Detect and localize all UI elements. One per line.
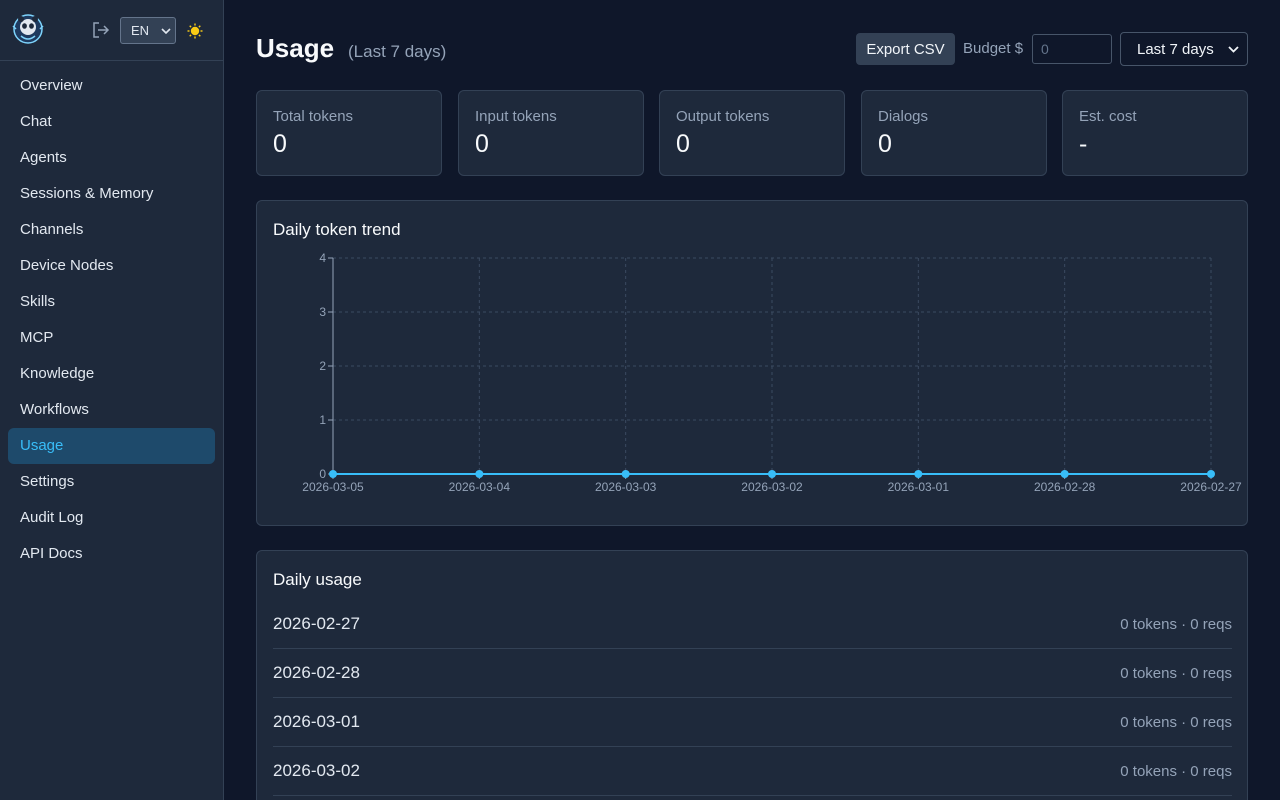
x-tick-label: 2026-02-28 (1034, 480, 1096, 494)
usage-meta: 0 tokens · 0 reqs (1120, 664, 1232, 682)
stat-card-value: - (1079, 130, 1088, 158)
stat-card-output-tokens: Output tokens 0 (659, 90, 845, 176)
y-tick-label: 1 (319, 413, 326, 427)
stat-card-input-tokens: Input tokens 0 (458, 90, 644, 176)
usage-meta: 0 tokens · 0 reqs (1120, 762, 1232, 780)
page-title: Usage (256, 33, 335, 63)
usage-date: 2026-03-01 (273, 712, 360, 731)
budget-input[interactable]: 0 (1032, 34, 1112, 64)
sidebar-item-device-nodes[interactable]: Device Nodes (8, 248, 215, 284)
x-tick-label: 2026-03-02 (741, 480, 803, 494)
data-point (1207, 470, 1215, 478)
usage-date: 2026-02-27 (273, 614, 360, 633)
daily-usage-list: 2026-02-27 0 tokens · 0 reqs 2026-02-28 … (273, 600, 1232, 796)
data-point (768, 470, 776, 478)
stat-card-label: Input tokens (475, 108, 557, 125)
token-trend-chart: 0 1 2 3 4 2026-03-05 2026-03-04 2026-03-03 2026-… (302, 251, 1242, 494)
stat-card-label: Total tokens (273, 108, 354, 125)
x-tick-label: 2026-03-03 (595, 480, 657, 494)
chevron-down-icon (161, 27, 171, 34)
usage-date: 2026-02-28 (273, 663, 360, 682)
y-tick-label: 0 (319, 467, 326, 481)
sidebar-item-chat[interactable]: Chat (8, 104, 215, 140)
usage-date: 2026-03-02 (273, 761, 360, 780)
x-tick-label: 2026-03-01 (888, 480, 950, 494)
data-point (329, 470, 337, 478)
stat-card-value: 0 (475, 130, 489, 158)
token-trend-panel: Daily token trend 0 1 2 3 4 2026-03-05 2026-03… (256, 200, 1248, 526)
logout-icon[interactable] (92, 22, 110, 38)
stat-card-est-cost: Est. cost - (1062, 90, 1248, 176)
daily-usage-panel: Daily usage 2026-02-27 0 tokens · 0 reqs… (256, 550, 1248, 800)
language-value: EN (131, 23, 150, 38)
sidebar-nav: Overview Chat Agents Sessions & Memory C… (0, 61, 223, 572)
data-point (1060, 470, 1069, 478)
usage-meta: 0 tokens · 0 reqs (1120, 615, 1232, 633)
sidebar-header: EN (0, 0, 223, 61)
sun-icon[interactable] (187, 23, 203, 39)
export-csv-button[interactable]: Export CSV (856, 33, 955, 65)
sidebar-item-mcp[interactable]: MCP (8, 320, 215, 356)
y-tick-label: 4 (319, 251, 326, 265)
sidebar-item-agents[interactable]: Agents (8, 140, 215, 176)
x-tick-label: 2026-03-04 (449, 480, 511, 494)
list-item: 2026-03-01 0 tokens · 0 reqs (273, 698, 1232, 747)
y-tick-label: 3 (319, 305, 326, 319)
stat-card-label: Est. cost (1079, 108, 1137, 125)
stat-card-value: 0 (878, 130, 892, 158)
logo-icon[interactable] (12, 12, 44, 46)
language-select[interactable]: EN (120, 17, 176, 44)
sidebar-item-sessions-memory[interactable]: Sessions & Memory (8, 176, 215, 212)
data-point (475, 470, 484, 478)
x-tick-label: 2026-03-05 (302, 480, 364, 494)
data-point (621, 470, 630, 478)
date-range-value: Last 7 days (1137, 40, 1214, 58)
stat-card-value: 0 (676, 130, 690, 158)
list-item: 2026-03-02 0 tokens · 0 reqs (273, 747, 1232, 796)
page-subtitle: (Last 7 days) (348, 42, 447, 61)
list-item: 2026-02-27 0 tokens · 0 reqs (273, 600, 1232, 649)
y-tick-label: 2 (319, 359, 326, 373)
sidebar-item-overview[interactable]: Overview (8, 68, 215, 104)
stat-card-total-tokens: Total tokens 0 (256, 90, 442, 176)
stat-card-label: Dialogs (878, 108, 929, 125)
list-item: 2026-02-28 0 tokens · 0 reqs (273, 649, 1232, 698)
sidebar-item-channels[interactable]: Channels (8, 212, 215, 248)
stat-cards: Total tokens 0 Input tokens 0 Output tok… (256, 90, 1248, 176)
chevron-down-icon (1228, 45, 1239, 53)
stat-card-value: 0 (273, 130, 287, 158)
x-tick-label: 2026-02-27 (1180, 480, 1242, 494)
sidebar: EN Overview Chat Agents Sessions & Memor… (0, 0, 224, 800)
data-point (914, 470, 923, 478)
sidebar-item-audit-log[interactable]: Audit Log (8, 500, 215, 536)
date-range-select[interactable]: Last 7 days (1120, 32, 1248, 66)
stat-card-dialogs: Dialogs 0 (861, 90, 1047, 176)
sidebar-item-usage[interactable]: Usage (8, 428, 215, 464)
sidebar-item-knowledge[interactable]: Knowledge (8, 356, 215, 392)
stat-card-label: Output tokens (676, 108, 770, 125)
usage-meta: 0 tokens · 0 reqs (1120, 713, 1232, 731)
daily-usage-title: Daily usage (273, 570, 362, 589)
budget-label: Budget $ (963, 40, 1024, 57)
sidebar-item-settings[interactable]: Settings (8, 464, 215, 500)
sidebar-item-skills[interactable]: Skills (8, 284, 215, 320)
sidebar-item-workflows[interactable]: Workflows (8, 392, 215, 428)
sidebar-item-api-docs[interactable]: API Docs (8, 536, 215, 572)
